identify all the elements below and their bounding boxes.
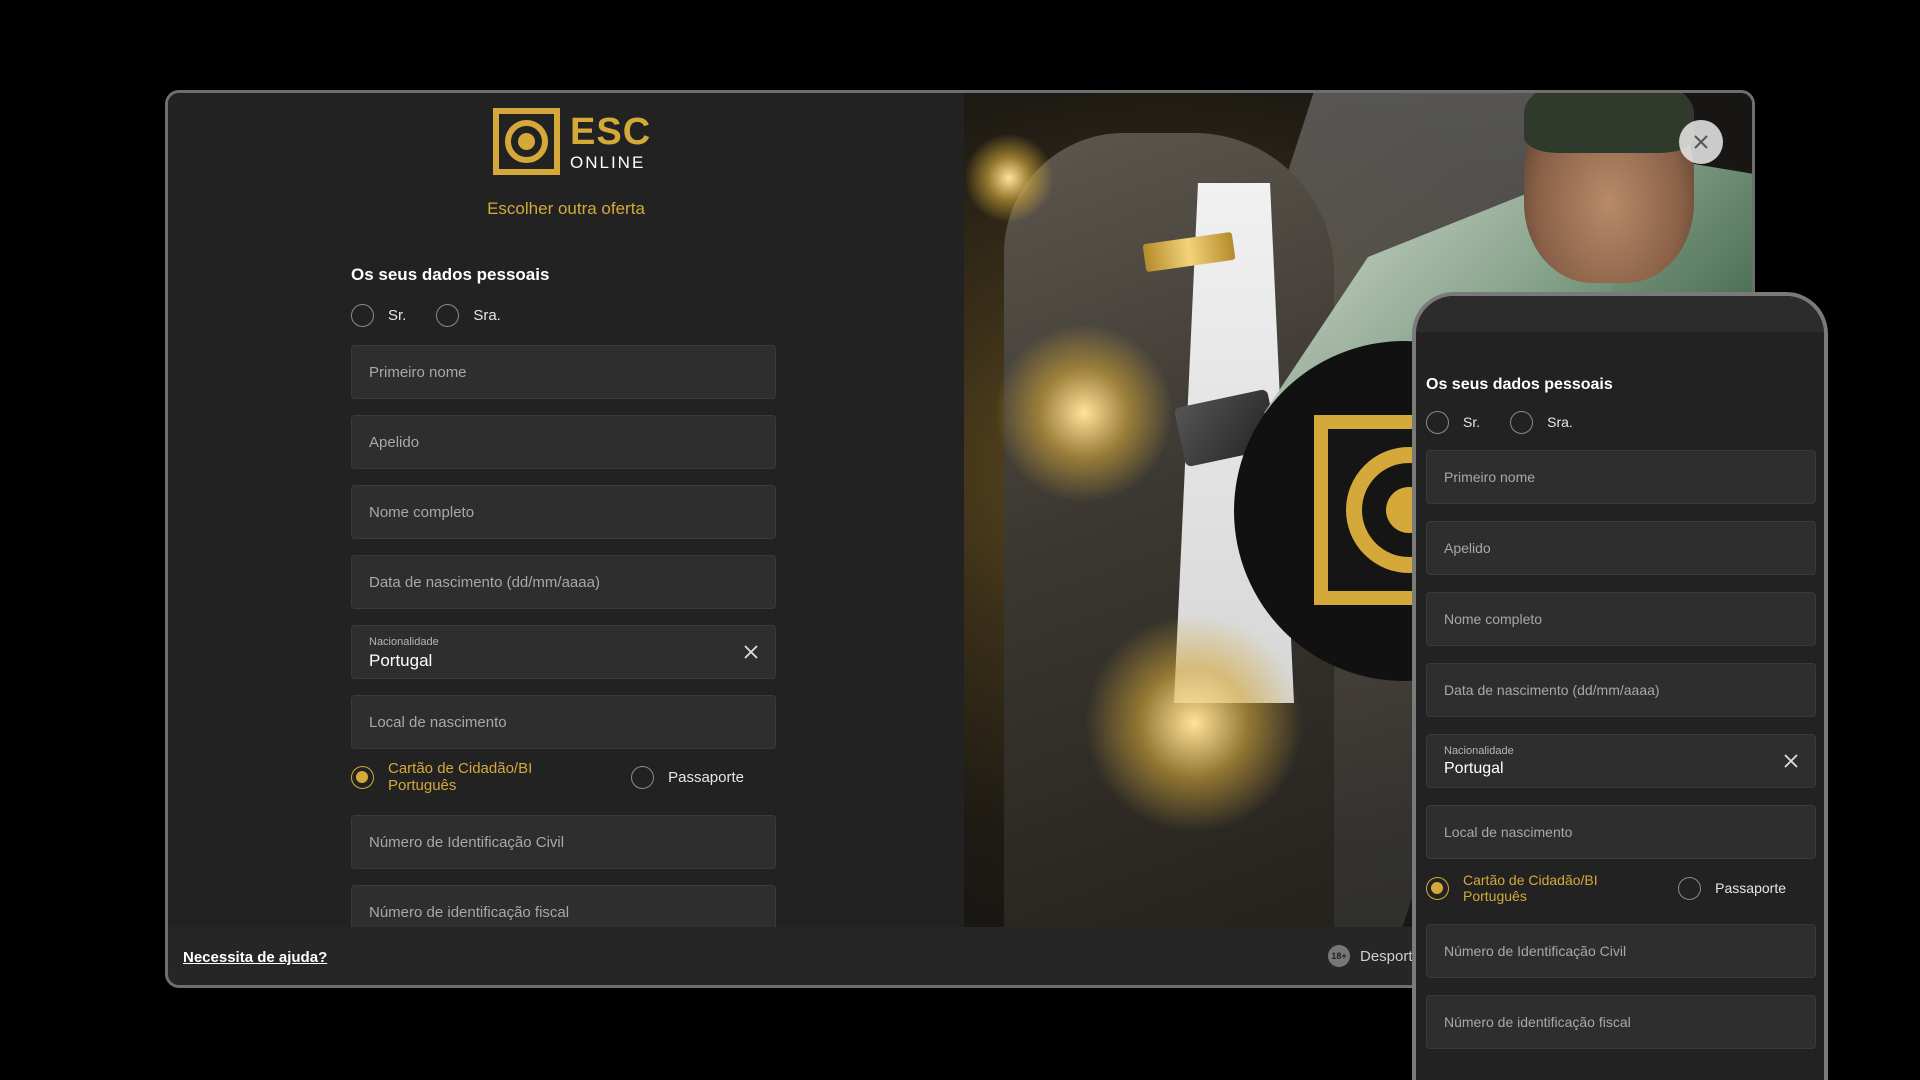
surname-field [351,415,776,469]
full-name-input[interactable] [1427,593,1815,645]
radio-label: Sr. [1463,414,1481,430]
birth-place-field [1426,805,1816,859]
nationality-label: Nacionalidade [369,636,439,648]
age-restriction-icon: 18+ [1328,945,1350,967]
tax-id-field [1426,995,1816,1049]
birth-date-field [351,555,776,609]
radio-label: Sra. [1547,414,1573,430]
birth-date-input[interactable] [1427,664,1815,716]
birth-place-input[interactable] [1427,806,1815,858]
close-icon [1694,135,1708,149]
radio-label: Passaporte [1715,880,1786,896]
first-name-input[interactable] [352,346,775,398]
salutation-mrs-radio[interactable]: Sra. [436,303,501,327]
tax-id-input[interactable] [1427,996,1815,1048]
first-name-field [351,345,776,399]
section-title: Os seus dados pessoais [1426,376,1613,393]
hero-sparkle [964,133,1054,223]
footer-right: 18+ Desporto [1328,945,1421,967]
first-name-input[interactable] [1427,451,1815,503]
birth-place-input[interactable] [352,696,775,748]
mobile-registration-frame: Os seus dados pessoais Sr. Sra. Nacional… [1412,292,1828,1080]
hero-player-hair [1524,93,1694,153]
passport-radio[interactable]: Passaporte [1678,876,1786,900]
salutation-mr-radio[interactable]: Sr. [351,303,407,327]
brand-logo-mark [493,108,560,175]
radio-circle[interactable] [1426,876,1449,900]
salutation-group: Sr. Sra. [1426,410,1816,434]
close-button[interactable] [1679,120,1723,164]
birth-date-input[interactable] [352,556,775,608]
salutation-mrs-radio[interactable]: Sra. [1510,410,1573,434]
radio-circle[interactable] [351,303,374,327]
registration-form-panel: ESC ONLINE Escolher outra oferta Os seus… [168,93,964,939]
salutation-mr-radio[interactable]: Sr. [1426,410,1481,434]
brand-name-small: ONLINE [570,152,646,172]
nationality-value: Portugal [369,651,433,670]
civil-id-input[interactable] [1427,925,1815,977]
birth-date-field [1426,663,1816,717]
nationality-select[interactable]: Nacionalidade Portugal [1426,734,1816,788]
radio-circle[interactable] [1510,410,1534,434]
document-type-group: Cartão de Cidadão/BI Português Passaport… [1426,872,1816,904]
brand-logo-text: ESC ONLINE [570,113,651,171]
radio-label: Passaporte [668,768,744,786]
radio-circle[interactable] [631,765,655,789]
civil-id-field [1426,924,1816,978]
full-name-field [351,485,776,539]
id-card-radio[interactable]: Cartão de Cidadão/BI Português [1426,872,1648,904]
nationality-select[interactable]: Nacionalidade Portugal [351,625,776,679]
surname-input[interactable] [1427,522,1815,574]
clear-icon[interactable] [741,642,761,662]
radio-label: Cartão de Cidadão/BI Português [1463,872,1598,904]
nationality-value: Portugal [1444,760,1504,777]
brand-name-big: ESC [570,110,652,153]
document-type-group: Cartão de Cidadão/BI Português Passaport… [351,760,776,794]
personal-data-form: Os seus dados pessoais Sr. Sra. Primeiro… [351,265,776,955]
help-link[interactable]: Necessita de ajuda? [183,949,327,966]
radio-circle[interactable] [1426,410,1449,434]
civil-id-input[interactable] [352,816,775,868]
id-card-radio[interactable]: Cartão de Cidadão/BI Português [351,760,599,794]
radio-circle[interactable] [1678,876,1702,900]
full-name-input[interactable] [352,486,775,538]
full-name-field [1426,592,1816,646]
nationality-label: Nacionalidade [1444,745,1514,757]
salutation-group: Sr. Sra. [351,303,776,327]
radio-circle[interactable] [351,765,374,789]
choose-other-offer-link[interactable]: Escolher outra oferta [168,199,964,219]
birth-place-field [351,695,776,749]
radio-circle[interactable] [436,303,460,327]
hero-sparkle [994,323,1174,503]
clear-icon[interactable] [1781,751,1801,771]
mobile-personal-data-form: Os seus dados pessoais Sr. Sra. Nacional… [1426,376,1816,1066]
hero-sparkle [1084,613,1304,833]
brand-logo: ESC ONLINE [493,108,651,175]
civil-id-field [351,815,776,869]
radio-label: Sra. [473,306,501,324]
mobile-top-bar [1416,296,1824,332]
section-title: Os seus dados pessoais [351,265,550,284]
surname-field [1426,521,1816,575]
first-name-field [1426,450,1816,504]
radio-label: Sr. [388,306,407,324]
radio-label: Cartão de Cidadão/BI Português [388,760,533,794]
passport-radio[interactable]: Passaporte [631,765,744,789]
surname-input[interactable] [352,416,775,468]
